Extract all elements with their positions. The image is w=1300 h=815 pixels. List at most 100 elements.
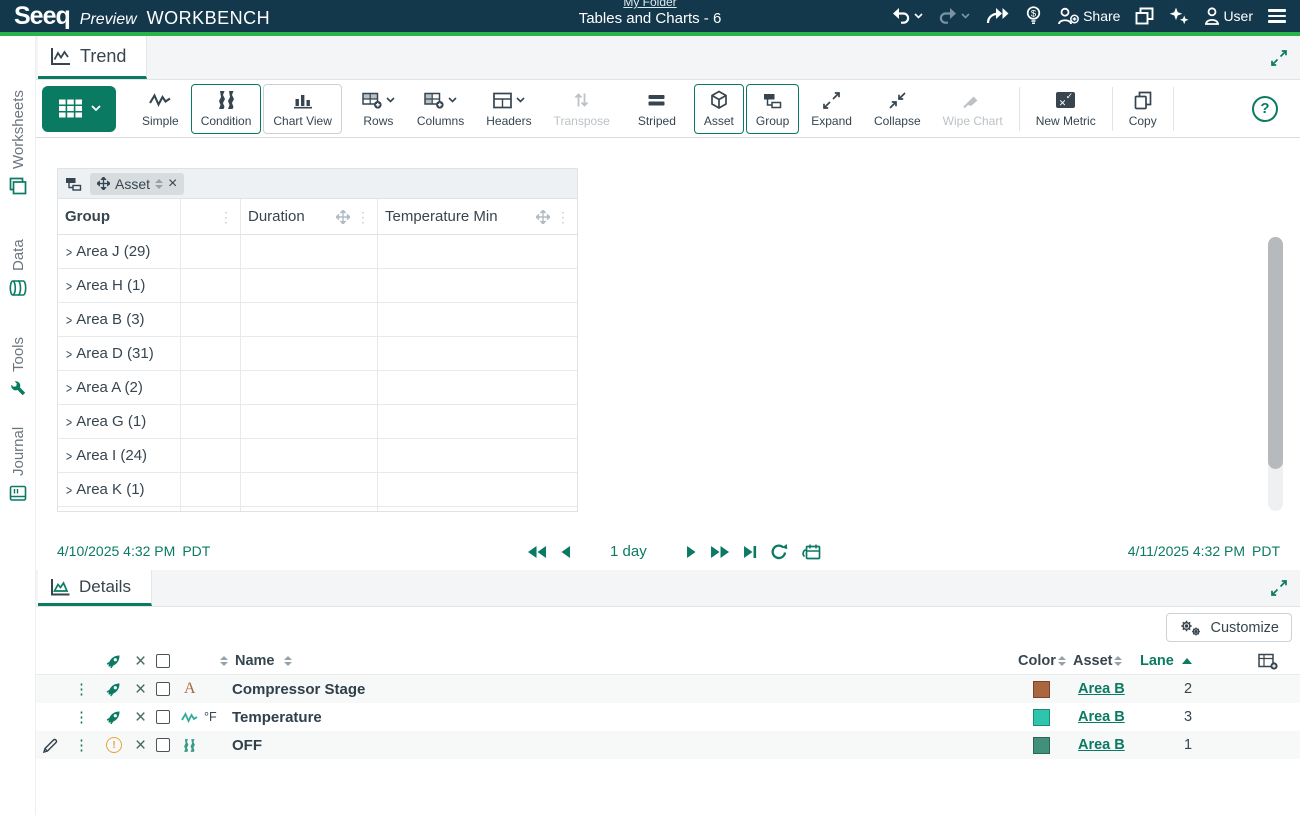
share-button[interactable]: Share [1057,7,1120,25]
table-row[interactable]: >Area H (1) [58,269,577,303]
step-forward-half-icon[interactable] [686,545,697,559]
table-row[interactable]: >Area B (3) [58,303,577,337]
breadcrumb-folder-link[interactable]: My Folder [579,0,722,9]
row-checkbox[interactable] [156,731,170,759]
expand-row-chevron[interactable]: > [66,312,72,328]
toolbar-asset-button[interactable]: Asset [694,84,744,134]
row-menu-icon[interactable]: ⋮ [74,731,89,759]
column-header-color[interactable]: Color [1018,648,1056,674]
rocket-icon[interactable] [106,703,122,731]
range-start[interactable]: 4/10/2025 4:32 PMPDT [57,543,210,559]
column-menu-icon[interactable]: ⋮ [556,210,570,224]
step-forward-full-icon[interactable] [710,545,730,559]
color-swatch[interactable] [1033,731,1050,759]
column-header-group[interactable]: Group [58,199,181,234]
redo-button[interactable] [938,7,970,24]
sidebar-item-journal[interactable]: Journal [0,405,36,502]
row-checkbox[interactable] [156,675,170,703]
expand-row-chevron[interactable]: > [66,482,72,498]
details-row[interactable]: ⋮ × A Compressor Stage Area B 2 [36,675,1300,703]
table-row[interactable]: >Area G (1) [58,405,577,439]
duplicate-worksheet-icon[interactable] [1135,7,1154,25]
table-row[interactable]: >Area J (29) [58,235,577,269]
toolbar-headers-button[interactable]: Headers [476,84,541,134]
hamburger-menu-icon[interactable] [1268,6,1286,25]
row-checkbox[interactable] [156,703,170,731]
sort-icon[interactable] [220,648,228,674]
select-all-checkbox[interactable] [156,648,170,674]
user-menu[interactable]: User [1204,7,1253,25]
value-lightbulb-icon[interactable]: $ [1025,6,1042,25]
forward-history-button[interactable] [985,7,1010,24]
refresh-icon[interactable] [770,543,788,560]
item-name[interactable]: OFF [232,731,262,759]
ai-sparkles-icon[interactable] [1169,6,1189,25]
help-button[interactable]: ? [1252,96,1278,122]
expand-row-chevron[interactable]: > [66,414,72,430]
asset-link[interactable]: Area B [1078,703,1125,731]
column-header-asset[interactable]: Asset [1073,648,1113,674]
column-menu-icon[interactable]: ⋮ [219,210,233,224]
toolbar-rows-button[interactable]: Rows [352,84,405,134]
toolbar-expand-button[interactable]: Expand [801,84,862,134]
drag-handle-icon[interactable] [336,210,350,224]
tab-details[interactable]: Details [38,570,152,606]
remove-pill-icon[interactable]: × [168,176,177,192]
vertical-scrollbar[interactable] [1268,237,1283,511]
column-header-duration[interactable]: Duration ⋮ [241,199,378,234]
sidebar-item-worksheets[interactable]: Worksheets [0,55,36,195]
toolbar-copy-button[interactable]: Copy [1119,84,1167,134]
toolbar-chart-view-button[interactable]: Chart View [263,84,341,134]
toolbar-group-button[interactable]: Group [746,84,799,134]
document-title[interactable]: Tables and Charts - 6 [579,10,722,27]
column-header-empty[interactable]: ⋮ [181,199,241,234]
expand-row-chevron[interactable]: > [66,244,72,260]
sidebar-item-tools[interactable]: Tools [0,305,36,397]
item-name[interactable]: Compressor Stage [232,675,365,703]
remove-item-icon[interactable]: × [135,675,146,703]
customize-button[interactable]: Customize [1166,613,1293,642]
edit-pencil-icon[interactable] [43,731,58,759]
remove-item-icon[interactable]: × [135,731,146,759]
warning-icon[interactable]: ! [106,731,122,759]
rocket-column-icon[interactable] [106,648,122,674]
column-menu-icon[interactable]: ⋮ [356,210,370,224]
asset-group-pill[interactable]: Asset × [90,173,184,195]
details-row[interactable]: ⋮ ! × OFF Area B 1 [36,731,1300,759]
table-row[interactable]: >Area I (24) [58,439,577,473]
toolbar-striped-button[interactable]: Striped [628,84,686,134]
scrollbar-thumb[interactable] [1268,237,1283,469]
add-column-icon[interactable] [1258,648,1278,674]
expand-row-chevron[interactable]: > [66,278,72,294]
asset-link[interactable]: Area B [1078,675,1125,703]
remove-item-icon[interactable]: × [135,703,146,731]
column-header-temperature-min[interactable]: Temperature Min ⋮ [378,199,577,234]
sidebar-item-data[interactable]: Data [0,205,36,297]
expand-trend-panel-icon[interactable] [1270,49,1288,67]
expand-details-panel-icon[interactable] [1270,579,1288,597]
auto-update-calendar-icon[interactable] [801,543,821,560]
toolbar-condition-button[interactable]: Condition [191,84,262,134]
sort-ascending-icon[interactable] [1182,648,1192,674]
rocket-icon[interactable] [106,675,122,703]
sort-icon[interactable] [1058,648,1066,674]
color-swatch[interactable] [1033,675,1050,703]
table-view-dropdown-button[interactable] [42,86,116,132]
drag-handle-icon[interactable] [97,177,110,190]
step-back-full-icon[interactable] [527,545,547,559]
sort-icon[interactable] [1114,648,1122,674]
table-row[interactable]: >Area D (31) [58,337,577,371]
tab-trend[interactable]: Trend [38,36,147,79]
undo-button[interactable] [891,7,923,24]
range-end[interactable]: 4/11/2025 4:32 PMPDT [1128,543,1280,559]
item-name[interactable]: Temperature [232,703,322,731]
sort-icon[interactable] [155,179,163,189]
row-menu-icon[interactable]: ⋮ [74,703,89,731]
table-row[interactable]: >Area K (1) [58,473,577,507]
sort-icon[interactable] [284,648,292,674]
color-swatch[interactable] [1033,703,1050,731]
step-back-half-icon[interactable] [560,545,571,559]
details-row[interactable]: ⋮ × °F Temperature Area B 3 [36,703,1300,731]
toolbar-collapse-button[interactable]: Collapse [864,84,931,134]
step-to-end-icon[interactable] [743,545,757,559]
